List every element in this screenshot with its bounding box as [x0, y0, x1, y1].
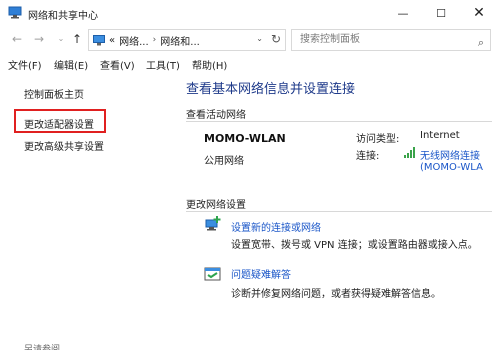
wireless-connection-link[interactable]: 无线网络连接 [420, 147, 480, 162]
recent-locations-chevron-icon[interactable]: ⌄ [54, 31, 68, 47]
active-networks-heading: 查看活动网络 [186, 110, 246, 121]
search-icon[interactable]: ⌕ [478, 33, 484, 53]
menu-bar: 文件(F) 编辑(E) 查看(V) 工具(T) 帮助(H) [0, 55, 500, 73]
refresh-icon[interactable]: ↻ [271, 32, 281, 46]
change-network-settings-heading: 更改网络设置 [186, 200, 246, 211]
new-connection-icon [205, 216, 221, 231]
search-input[interactable]: 搜索控制面板 ⌕ [291, 29, 491, 51]
address-box[interactable]: « 网络... › 网络和... ⌄ ↻ [88, 29, 286, 51]
troubleshoot-icon [204, 267, 221, 281]
minimize-button[interactable]: — [384, 0, 422, 26]
back-arrow-icon[interactable]: ← [10, 31, 24, 47]
menu-help[interactable]: 帮助(H) [192, 55, 227, 72]
breadcrumb-network[interactable]: 网络... [119, 33, 149, 48]
network-type: 公用网络 [204, 156, 244, 167]
troubleshoot-description: 诊断并修复网络问题，或者获得疑难解答信息。 [231, 289, 441, 300]
close-button[interactable]: ✕ [460, 0, 498, 26]
divider [186, 211, 492, 212]
divider [186, 121, 492, 122]
sidebar: 控制面板主页 更改适配器设置 更改高级共享设置 另请参阅 [0, 74, 180, 350]
breadcrumb-network-sharing[interactable]: 网络和... [160, 33, 200, 48]
menu-tools[interactable]: 工具(T) [146, 55, 180, 72]
sidebar-item-change-adapter-settings[interactable]: 更改适配器设置 [24, 116, 94, 131]
see-also-label: 另请参阅 [24, 345, 61, 350]
page-title: 查看基本网络信息并设置连接 [186, 82, 356, 97]
troubleshoot-link[interactable]: 问题疑难解答 [231, 266, 291, 281]
title-bar: 网络和共享中心 — ☐ ✕ [0, 0, 500, 26]
breadcrumb-overflow[interactable]: « [109, 35, 115, 46]
setup-new-connection-description: 设置宽带、拨号或 VPN 连接；或设置路由器或接入点。 [231, 240, 478, 251]
forward-arrow-icon[interactable]: → [32, 31, 46, 47]
navigation-bar: ← → ⌄ ↑ « 网络... › 网络和... ⌄ ↻ 搜索控制面板 ⌕ [0, 28, 500, 52]
network-center-icon [8, 6, 22, 19]
up-arrow-icon[interactable]: ↑ [70, 31, 84, 47]
wifi-signal-icon [404, 147, 415, 158]
access-type-value: Internet [420, 130, 460, 141]
sidebar-item-control-panel-home[interactable]: 控制面板主页 [24, 86, 84, 101]
breadcrumb-separator: › [152, 35, 157, 45]
menu-edit[interactable]: 编辑(E) [54, 55, 88, 72]
setup-new-connection-link[interactable]: 设置新的连接或网络 [231, 219, 321, 234]
connections-label: 连接: [356, 151, 380, 162]
network-name: MOMO-WLAN [204, 132, 286, 145]
menu-view[interactable]: 查看(V) [100, 55, 135, 72]
menu-file[interactable]: 文件(F) [8, 55, 42, 72]
sidebar-item-advanced-sharing-settings[interactable]: 更改高级共享设置 [24, 138, 104, 153]
maximize-button[interactable]: ☐ [422, 0, 460, 26]
address-dropdown-icon[interactable]: ⌄ [256, 34, 263, 43]
window-title: 网络和共享中心 [28, 11, 98, 22]
wireless-connection-link-ssid[interactable]: (MOMO-WLA [420, 162, 483, 173]
control-panel-icon [93, 34, 105, 45]
search-placeholder: 搜索控制面板 [300, 34, 360, 45]
access-type-label: 访问类型: [356, 134, 400, 145]
